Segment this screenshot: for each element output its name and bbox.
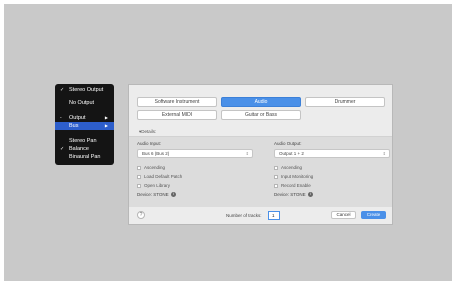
audio-input-title: Audio Input:	[137, 141, 162, 146]
checkbox-row[interactable]: Open Library	[137, 182, 253, 190]
menu-item-bus[interactable]: Bus ▶	[55, 122, 114, 130]
checkbox[interactable]	[137, 184, 141, 188]
type-drummer-button[interactable]: Drummer	[305, 97, 385, 107]
submenu-arrow-icon: ▶	[104, 123, 108, 128]
menu-item-stereo-pan[interactable]: Stereo Pan	[55, 137, 114, 145]
audio-input-column: Audio Input: Bus 6 (Bus 2) ⇕ Ascending L…	[137, 141, 253, 198]
menu-item-output[interactable]: - Output ▶	[55, 114, 114, 122]
cancel-button[interactable]: Cancel	[331, 211, 356, 219]
chevron-updown-icon: ⇕	[382, 151, 386, 156]
type-guitar-or-bass-button[interactable]: Guitar or Bass	[221, 110, 301, 120]
number-of-tracks-input[interactable]: 1	[268, 211, 280, 220]
audio-output-select[interactable]: Output 1 + 2 ⇕	[274, 149, 390, 158]
number-of-tracks-label: Number of tracks:	[226, 213, 262, 218]
menu-item-binaural-pan[interactable]: Binaural Pan	[55, 153, 114, 161]
menu-item-no-output[interactable]: No Output	[55, 99, 114, 107]
input-device-label: Device: STONE i	[137, 191, 253, 198]
menu-item-stereo-output[interactable]: ✓ Stereo Output	[55, 86, 114, 94]
type-software-instrument-button[interactable]: Software Instrument	[137, 97, 217, 107]
output-context-menu: ✓ Stereo Output No Output - Output ▶ Bus…	[55, 84, 114, 165]
audio-input-select[interactable]: Bus 6 (Bus 2) ⇕	[137, 149, 253, 158]
checkbox[interactable]	[274, 175, 278, 179]
dialog-footer: ? Number of tracks: 1 Cancel Create	[129, 207, 392, 225]
info-icon[interactable]: i	[307, 192, 313, 198]
checkmark-icon: ✓	[60, 146, 65, 152]
checkbox-row[interactable]: Record Enable	[274, 182, 390, 190]
help-icon[interactable]: ?	[137, 211, 145, 219]
create-button[interactable]: Create	[361, 211, 386, 219]
checkbox[interactable]	[137, 166, 141, 170]
details-disclosure[interactable]: ▾Details:	[139, 129, 156, 135]
chevron-updown-icon: ⇕	[245, 151, 249, 156]
checkbox[interactable]	[274, 166, 278, 170]
type-external-midi-button[interactable]: External MIDI	[137, 110, 217, 120]
new-track-dialog: Software Instrument Audio Drummer Extern…	[128, 84, 393, 225]
checkmark-icon: ✓	[60, 87, 65, 93]
details-panel: Audio Input: Bus 6 (Bus 2) ⇕ Ascending L…	[129, 137, 392, 207]
checkbox-row[interactable]: Load Default Patch	[137, 173, 253, 181]
checkbox[interactable]	[137, 175, 141, 179]
audio-output-column: Audio Output: Output 1 + 2 ⇕ Ascending I…	[274, 141, 390, 198]
checkbox-row[interactable]: Input Monitoring	[274, 173, 390, 181]
info-icon[interactable]: i	[170, 192, 176, 198]
checkbox[interactable]	[274, 184, 278, 188]
audio-output-title: Audio Output:	[274, 141, 302, 146]
type-audio-button[interactable]: Audio	[221, 97, 301, 107]
menu-item-balance[interactable]: ✓ Balance	[55, 145, 114, 153]
output-device-label: Device: STONE i	[274, 191, 390, 198]
checkbox-row[interactable]: Ascending	[274, 164, 390, 172]
checkbox-row[interactable]: Ascending	[137, 164, 253, 172]
submenu-arrow-icon: ▶	[104, 115, 108, 120]
